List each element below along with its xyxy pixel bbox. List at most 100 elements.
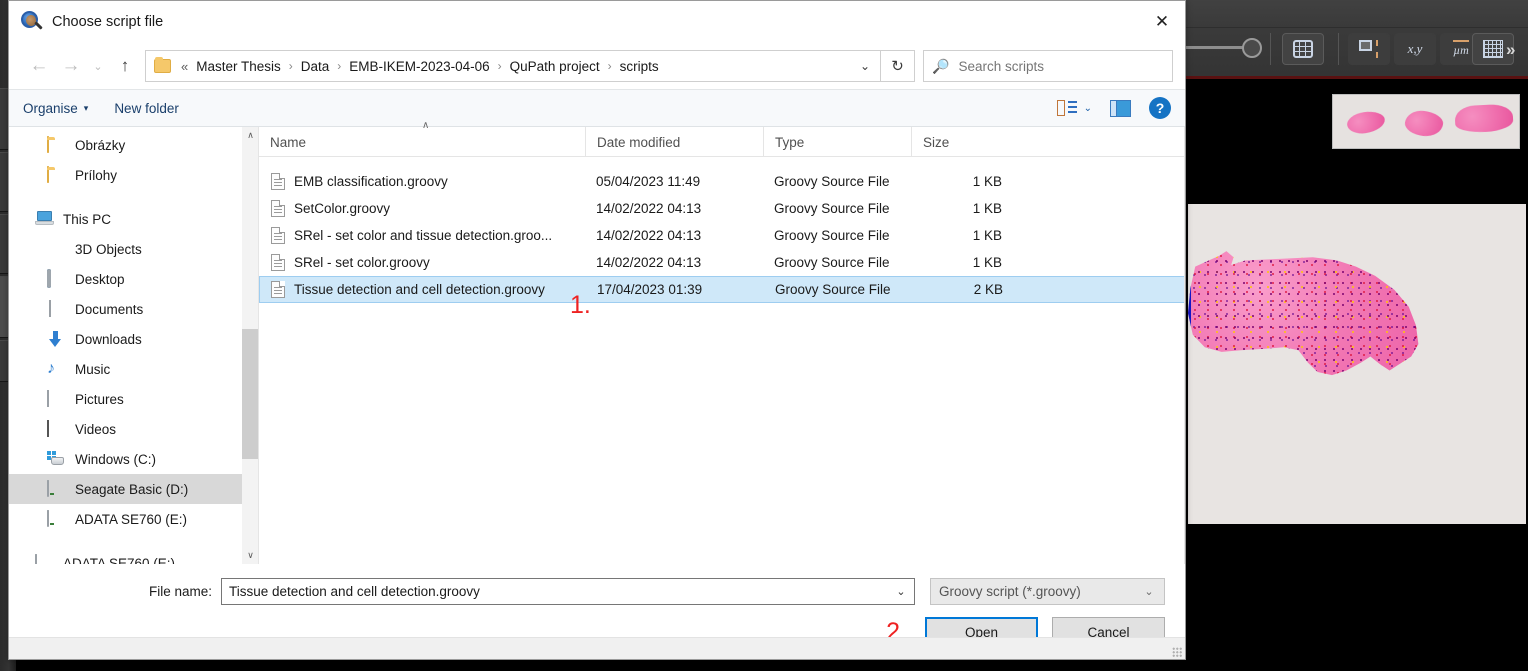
sidebar-item-documents[interactable]: Documents bbox=[9, 294, 259, 324]
sidebar-item-downloads[interactable]: Downloads bbox=[9, 324, 259, 354]
groovy-file-icon bbox=[271, 281, 285, 298]
date-modified-cell: 14/02/2022 04:13 bbox=[596, 228, 702, 243]
file-name-cell: SetColor.groovy bbox=[259, 200, 585, 217]
resize-grip[interactable] bbox=[1172, 647, 1182, 657]
file-size-cell: 1 KB bbox=[972, 174, 1002, 189]
sidebar-item-label: Seagate Basic (D:) bbox=[75, 481, 189, 497]
chevron-right-icon: › bbox=[497, 59, 502, 73]
breadcrumb-item[interactable]: QuPath project bbox=[509, 57, 601, 76]
table-row[interactable]: SRel - set color.groovy 14/02/2022 04:13… bbox=[259, 249, 1185, 276]
file-name-row: File name: ⌄ Groovy script (*.groovy) ⌄ bbox=[9, 564, 1185, 605]
preview-pane-icon[interactable] bbox=[1110, 99, 1131, 117]
sidebar-item-3d-objects[interactable]: 3D Objects bbox=[9, 234, 259, 264]
sidebar-scrollbar[interactable]: ∧ ∨ bbox=[242, 127, 259, 564]
sidebar-item-seagate-basic-d[interactable]: Seagate Basic (D:) bbox=[9, 474, 259, 504]
sidebar-item-label: Downloads bbox=[75, 331, 142, 347]
sidebar-item-adata-se760-e-network[interactable]: ADATA SE760 (E:) bbox=[9, 548, 259, 564]
date-modified-cell: 14/02/2022 04:13 bbox=[596, 255, 702, 270]
scroll-down-icon[interactable]: ∨ bbox=[242, 547, 259, 564]
up-button[interactable]: ↑ bbox=[109, 50, 141, 82]
grid-overlay-icon[interactable] bbox=[1282, 33, 1324, 65]
file-name-field[interactable]: ⌄ bbox=[221, 578, 915, 605]
table-row[interactable]: EMB classification.groovy 05/04/2023 11:… bbox=[259, 168, 1185, 195]
location-xy-icon[interactable]: x,y bbox=[1394, 33, 1436, 65]
annotation-names-icon[interactable] bbox=[1348, 33, 1390, 65]
sidebar-item-videos[interactable]: Videos bbox=[9, 414, 259, 444]
breadcrumb-item[interactable]: EMB-IKEM-2023-04-06 bbox=[348, 57, 490, 76]
scrollbar-track[interactable] bbox=[242, 144, 259, 547]
dialog-title: Choose script file bbox=[52, 14, 164, 30]
groovy-file-icon bbox=[271, 200, 285, 217]
navigation-bar: ← → ⌄ ↑ « Master Thesis › Data › EMB-IKE… bbox=[9, 43, 1185, 89]
column-header-size[interactable]: Size bbox=[911, 127, 1011, 156]
chevron-down-icon: ▾ bbox=[83, 102, 89, 113]
table-row[interactable]: SetColor.groovy 14/02/2022 04:13 Groovy … bbox=[259, 195, 1185, 222]
breadcrumb-item[interactable]: scripts bbox=[619, 57, 660, 76]
more-tools-icon[interactable]: » bbox=[1506, 40, 1516, 60]
breadcrumb-item[interactable]: Data bbox=[300, 57, 331, 76]
chevron-right-icon: › bbox=[607, 59, 612, 73]
chevron-down-icon[interactable]: ⌄ bbox=[1084, 103, 1092, 114]
help-icon[interactable]: ? bbox=[1149, 97, 1171, 119]
back-button[interactable]: ← bbox=[23, 50, 55, 82]
sidebar-item-pictures[interactable]: Pictures bbox=[9, 384, 259, 414]
search-input[interactable] bbox=[958, 58, 1164, 74]
choose-script-file-dialog: Choose script file ✕ ← → ⌄ ↑ « Master Th… bbox=[8, 0, 1186, 660]
folder-icon bbox=[47, 165, 66, 184]
sidebar-item-this-pc[interactable]: This PC bbox=[9, 204, 259, 234]
windows-drive-icon bbox=[47, 450, 66, 468]
column-header-type[interactable]: Type bbox=[763, 127, 911, 156]
recent-locations-button[interactable]: ⌄ bbox=[87, 50, 109, 82]
sidebar-item-label: 3D Objects bbox=[75, 241, 142, 257]
column-headers: Name ∧ Date modified Type Size bbox=[259, 120, 1185, 157]
close-icon[interactable]: ✕ bbox=[1139, 1, 1185, 43]
sidebar-item-adata-se760-e[interactable]: ADATA SE760 (E:) bbox=[9, 504, 259, 534]
groovy-file-icon bbox=[271, 173, 285, 190]
this-pc-icon bbox=[35, 210, 54, 228]
table-row-selected[interactable]: Tissue detection and cell detection.groo… bbox=[259, 276, 1185, 303]
whole-slide-image-viewer[interactable] bbox=[1186, 190, 1528, 630]
chevron-right-icon: › bbox=[288, 59, 293, 73]
chevron-down-icon[interactable]: ⌄ bbox=[890, 585, 912, 598]
sidebar-item-windows-c[interactable]: Windows (C:) bbox=[9, 444, 259, 474]
chevron-right-icon: › bbox=[337, 59, 342, 73]
sidebar-item-obrazky[interactable]: Obrázky bbox=[9, 130, 259, 160]
file-name-input[interactable] bbox=[229, 584, 890, 599]
table-row[interactable]: SRel - set color and tissue detection.gr… bbox=[259, 222, 1185, 249]
sidebar-item-label: ADATA SE760 (E:) bbox=[63, 555, 176, 565]
breadcrumb-overflow[interactable]: « bbox=[181, 59, 188, 74]
qupath-toolbar: x,y µm » bbox=[1182, 0, 1528, 76]
address-bar[interactable]: « Master Thesis › Data › EMB-IKEM-2023-0… bbox=[145, 50, 881, 82]
scrollbar-thumb[interactable] bbox=[242, 329, 259, 459]
sidebar-item-prilohy[interactable]: Prílohy bbox=[9, 160, 259, 190]
view-options-icon[interactable] bbox=[1056, 100, 1077, 116]
file-name-cell: SRel - set color.groovy bbox=[259, 254, 585, 271]
new-folder-button[interactable]: New folder bbox=[114, 101, 179, 116]
file-size-cell: 2 KB bbox=[973, 282, 1003, 297]
dialog-titlebar: Choose script file ✕ bbox=[9, 1, 1185, 43]
sidebar-item-desktop[interactable]: Desktop bbox=[9, 264, 259, 294]
column-header-date-modified[interactable]: Date modified bbox=[585, 127, 763, 156]
pictures-icon bbox=[47, 389, 66, 408]
search-box[interactable]: 🔍 bbox=[923, 50, 1173, 82]
column-header-name[interactable]: Name ∧ bbox=[259, 120, 585, 156]
organise-button[interactable]: Organise ▾ bbox=[23, 101, 88, 116]
date-modified-cell: 05/04/2023 11:49 bbox=[596, 174, 701, 189]
file-type-cell: Groovy Source File bbox=[774, 228, 890, 243]
breadcrumb-item[interactable]: Master Thesis bbox=[195, 57, 282, 76]
slide-overview-thumbnail[interactable] bbox=[1332, 94, 1520, 149]
dialog-footer: File name: ⌄ Groovy script (*.groovy) ⌄ … bbox=[9, 564, 1185, 659]
date-modified-cell: 17/04/2023 01:39 bbox=[597, 282, 703, 297]
sidebar-item-music[interactable]: ♪ Music bbox=[9, 354, 259, 384]
refresh-icon[interactable]: ↻ bbox=[881, 50, 915, 82]
opacity-slider-knob[interactable] bbox=[1242, 38, 1262, 58]
chevron-down-icon: ⌄ bbox=[1144, 586, 1154, 598]
3d-objects-icon bbox=[47, 241, 66, 258]
chevron-down-icon[interactable]: ⌄ bbox=[852, 51, 878, 81]
file-type-cell: Groovy Source File bbox=[774, 255, 890, 270]
file-type-filter-select[interactable]: Groovy script (*.groovy) ⌄ bbox=[930, 578, 1165, 605]
scroll-up-icon[interactable]: ∧ bbox=[242, 127, 259, 144]
thumbnail-tissue-section bbox=[1454, 103, 1514, 134]
forward-button[interactable]: → bbox=[55, 50, 87, 82]
